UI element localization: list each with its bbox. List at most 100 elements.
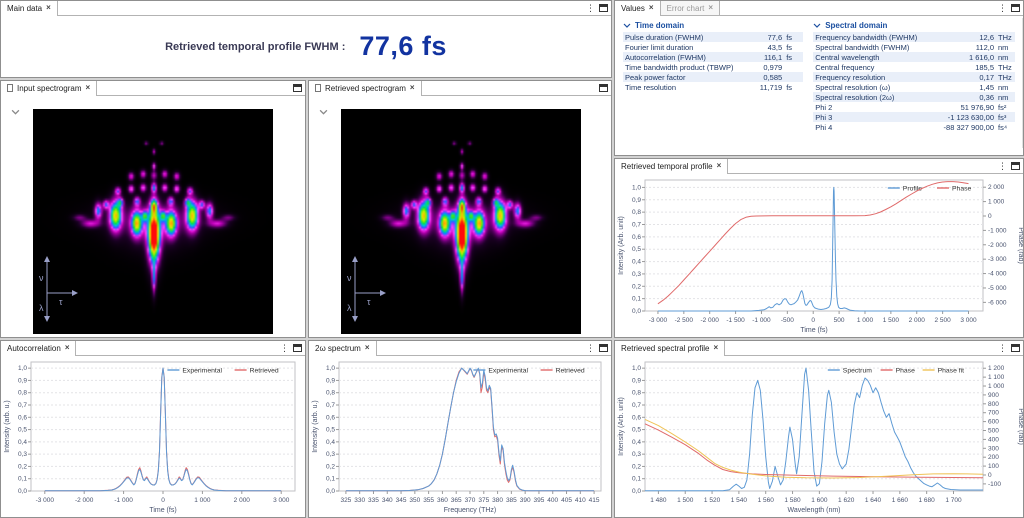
svg-text:3 000: 3 000: [960, 317, 977, 324]
tab-retrieved-spectral-profile[interactable]: Retrieved spectral profile ×: [615, 341, 726, 356]
tab-values[interactable]: Values ×: [615, 1, 661, 16]
value-label: Spectral resolution (2ω): [815, 92, 895, 102]
svg-text:1,0: 1,0: [326, 365, 335, 372]
tab-label: Error chart: [666, 3, 705, 13]
svg-text:1 500: 1 500: [677, 497, 694, 504]
kebab-menu-icon[interactable]: ⋮: [586, 343, 595, 353]
close-icon[interactable]: ×: [713, 344, 718, 352]
tab-2-spectrum[interactable]: 2ω spectrum ×: [309, 341, 377, 356]
svg-text:Phase fit: Phase fit: [938, 368, 965, 375]
value-unit: THz: [998, 72, 1012, 82]
maximize-icon[interactable]: [599, 344, 608, 352]
maximize-icon[interactable]: [1011, 4, 1020, 12]
kebab-menu-icon[interactable]: ⋮: [280, 343, 289, 353]
svg-text:0,2: 0,2: [326, 463, 335, 470]
close-icon[interactable]: ×: [708, 4, 713, 12]
svg-text:-4 000: -4 000: [988, 271, 1007, 278]
svg-text:1,0: 1,0: [632, 365, 641, 372]
svg-text:0: 0: [161, 497, 165, 504]
group-header-time-domain[interactable]: Time domain: [623, 19, 803, 32]
svg-text:Retrieved: Retrieved: [250, 368, 279, 375]
svg-text:2 500: 2 500: [934, 317, 951, 324]
maximize-icon[interactable]: [293, 344, 302, 352]
svg-text:395: 395: [534, 497, 545, 504]
panel-autocorrelation: Autocorrelation × ⋮ 0,0 0,1 0,2 0,3 0,4 0,5 0,6 0…: [0, 340, 306, 518]
value-row-frequency-bandwidth-fwhm: Frequency bandwidth (FWHM) 12,6 THz: [813, 32, 1015, 42]
group-header-spectral-domain[interactable]: Spectral domain: [813, 19, 1015, 32]
svg-text:0,3: 0,3: [18, 451, 27, 458]
value-label: Spectral resolution (ω): [815, 82, 891, 92]
svg-text:0,0: 0,0: [326, 488, 335, 495]
svg-text:0,7: 0,7: [632, 402, 641, 409]
value-row-central-frequency: Central frequency 185,5 THz: [813, 62, 1015, 72]
kebab-menu-icon[interactable]: ⋮: [998, 3, 1007, 13]
svg-text:0,1: 0,1: [632, 296, 641, 303]
collapse-chevron-icon[interactable]: [11, 102, 20, 120]
tab-label: 2ω spectrum: [315, 343, 361, 353]
value-number: 51 976,90: [960, 102, 994, 112]
maximize-icon[interactable]: [1011, 344, 1020, 352]
value-label: Peak power factor: [625, 72, 686, 82]
value-unit: fs⁴: [998, 122, 1008, 132]
svg-text:380: 380: [492, 497, 503, 504]
value-unit: fs: [786, 52, 793, 62]
tab-retrieved-spectrogram[interactable]: Retrieved spectrogram ×: [309, 81, 422, 96]
svg-text:0,8: 0,8: [326, 390, 335, 397]
panel-values: Values × Error chart × ⋮ Time domain Pulse du…: [614, 0, 1024, 156]
close-icon[interactable]: ×: [717, 162, 722, 170]
maximize-icon[interactable]: [293, 84, 302, 92]
tab-label: Retrieved spectrogram: [325, 83, 406, 93]
svg-text:Phase (rad): Phase (rad): [1017, 408, 1023, 445]
value-row-phi-3: Phi 3 -1 123 630,00 fs³: [813, 112, 1015, 122]
tab-autocorrelation[interactable]: Autocorrelation ×: [1, 341, 77, 356]
close-icon[interactable]: ×: [365, 344, 370, 352]
close-icon[interactable]: ×: [649, 4, 654, 12]
tab-error-chart[interactable]: Error chart ×: [660, 1, 721, 15]
2w-spectrum-chart[interactable]: 0,00,10,20,30,40,50,60,70,80,91,0325 330 3…: [309, 356, 611, 517]
tab-label: Input spectrogram: [17, 83, 82, 93]
maximize-icon[interactable]: [1011, 162, 1020, 170]
svg-text:1,0: 1,0: [632, 184, 641, 191]
close-icon[interactable]: ×: [85, 84, 90, 92]
kebab-menu-icon[interactable]: ⋮: [586, 3, 595, 13]
svg-text:500: 500: [834, 317, 845, 324]
svg-text:410: 410: [575, 497, 586, 504]
tab-retrieved-temporal-profile[interactable]: Retrieved temporal profile ×: [615, 159, 729, 174]
maximize-icon[interactable]: [599, 4, 608, 12]
tab-input-spectrogram[interactable]: Input spectrogram ×: [1, 81, 98, 96]
svg-text:Experimental: Experimental: [488, 368, 528, 375]
svg-text:405: 405: [561, 497, 572, 504]
close-icon[interactable]: ×: [65, 344, 70, 352]
spectral-profile-chart[interactable]: 0,0 0,1 0,2 0,3 0,4 0,5 0,6 0,7 0,8 0,9 1,0 1 480 1 …: [615, 356, 1023, 517]
tab-main-data[interactable]: Main data ×: [1, 1, 58, 16]
svg-text:1,0: 1,0: [18, 365, 27, 372]
close-icon[interactable]: ×: [410, 84, 415, 92]
svg-text:0,7: 0,7: [326, 402, 335, 409]
svg-text:0,6: 0,6: [18, 414, 27, 421]
svg-text:Phase: Phase: [896, 368, 915, 375]
temporal-profile-chart[interactable]: 0,00,10,20,30,40,50,60,70,80,91,0-3 000-…: [615, 174, 1023, 337]
svg-text:Frequency (THz): Frequency (THz): [444, 507, 497, 514]
svg-text:375: 375: [478, 497, 489, 504]
svg-text:Phase: Phase: [952, 186, 971, 193]
tab-label: Retrieved spectral profile: [621, 343, 710, 353]
retrieved-spectrogram-image[interactable]: ν λ τ: [341, 109, 581, 334]
svg-text:1 640: 1 640: [865, 497, 882, 504]
svg-text:0,6: 0,6: [632, 414, 641, 421]
autocorrelation-chart[interactable]: 0,0 0,1 0,2 0,3 0,4 0,5 0,6 0,7 0,8 0,9 1,0 -3 000 -…: [1, 356, 305, 517]
kebab-menu-icon[interactable]: ⋮: [998, 161, 1007, 171]
close-icon[interactable]: ×: [46, 4, 51, 12]
svg-text:λ: λ: [39, 303, 44, 313]
svg-text:2 000: 2 000: [234, 497, 251, 504]
svg-text:0,4: 0,4: [326, 439, 335, 446]
input-spectrogram-image[interactable]: ν λ τ: [33, 109, 273, 334]
maximize-icon[interactable]: [599, 84, 608, 92]
collapse-chevron-icon[interactable]: [319, 102, 328, 120]
svg-text:-100: -100: [988, 481, 1001, 488]
svg-text:-2 000: -2 000: [700, 317, 719, 324]
svg-text:0,6: 0,6: [326, 414, 335, 421]
svg-text:3 000: 3 000: [273, 497, 290, 504]
kebab-menu-icon[interactable]: ⋮: [998, 343, 1007, 353]
svg-text:0,9: 0,9: [326, 377, 335, 384]
svg-text:100: 100: [988, 463, 999, 470]
